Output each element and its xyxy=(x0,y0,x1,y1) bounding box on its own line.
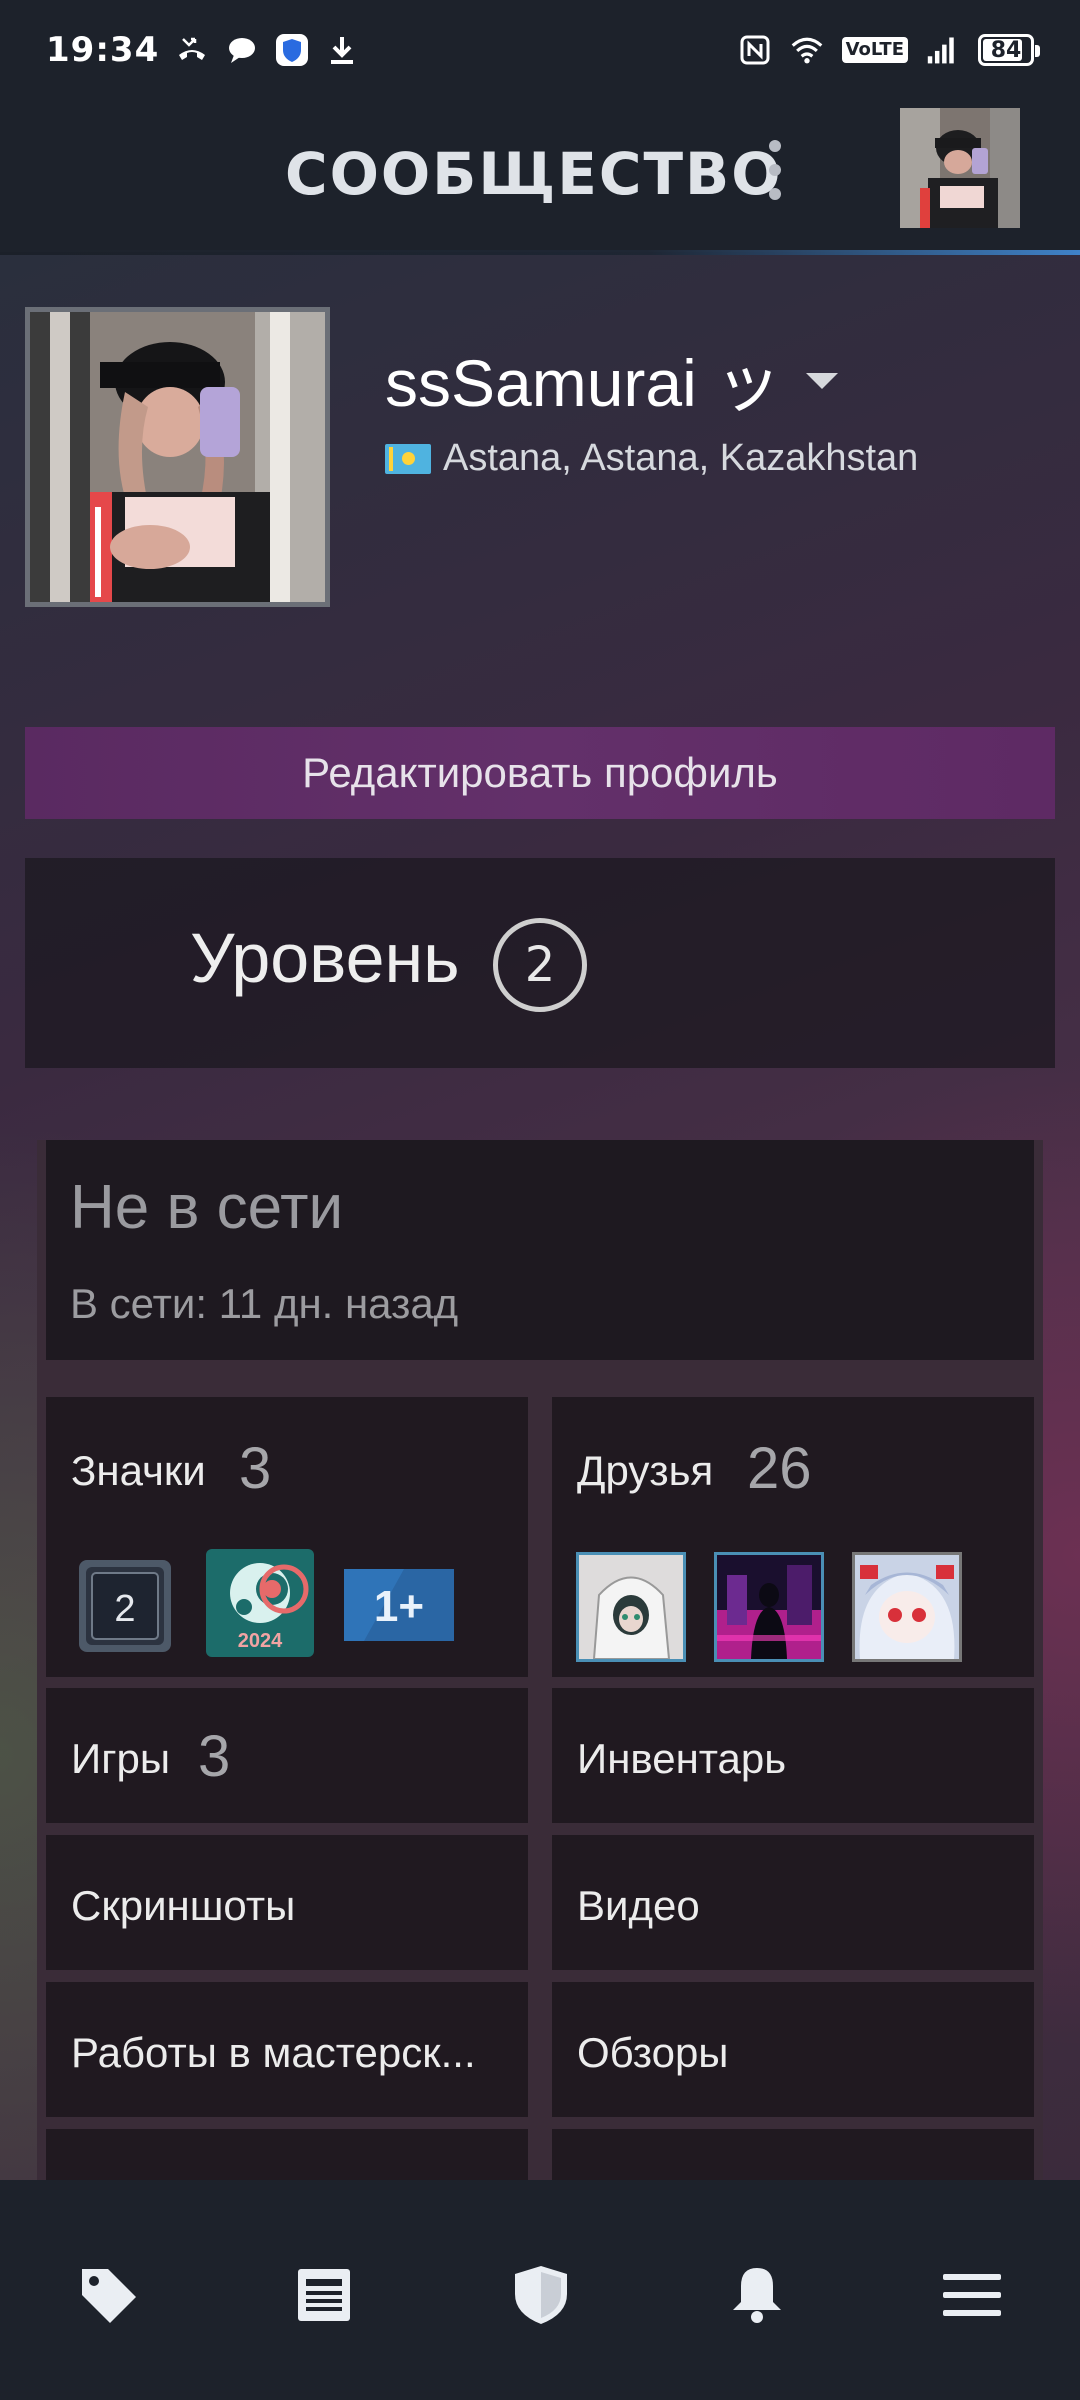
chevron-down-icon[interactable] xyxy=(806,373,838,389)
inventory-label: Инвентарь xyxy=(577,1735,787,1782)
store-tag-icon xyxy=(82,2269,136,2323)
level-label: Уровень xyxy=(190,919,460,997)
menu-icon xyxy=(943,2274,1001,2316)
location-text: Astana, Astana, Kazakhstan xyxy=(443,437,919,479)
friend-avatar[interactable] xyxy=(576,1552,686,1662)
nfc-icon xyxy=(738,33,772,67)
header-avatar-button[interactable] xyxy=(900,108,1020,228)
next-row-tile[interactable] xyxy=(552,2129,1034,2180)
dot-icon xyxy=(769,164,781,176)
missed-call-icon xyxy=(175,33,209,67)
years-of-service-badge-icon[interactable]: 1+ xyxy=(344,1569,454,1641)
online-status-panel: Не в сети В сети: 11 дн. назад xyxy=(46,1140,1034,1360)
battery-percent: 84 xyxy=(990,37,1022,63)
profile-avatar[interactable] xyxy=(25,307,330,607)
status-time: 19:34 xyxy=(46,30,160,70)
friends-tile[interactable]: Друзья 26 xyxy=(552,1397,1034,1677)
kazakhstan-flag-icon xyxy=(385,443,431,474)
security-shield-icon xyxy=(275,33,309,67)
nav-menu-button[interactable] xyxy=(937,2260,1007,2330)
screenshots-tile[interactable]: Скриншоты xyxy=(46,1835,528,1970)
videos-label: Видео xyxy=(577,1882,700,1929)
battery-indicator: 84 xyxy=(978,34,1040,66)
inventory-tile[interactable]: Инвентарь xyxy=(552,1688,1034,1823)
chat-bubble-icon xyxy=(225,33,259,67)
friends-count: 26 xyxy=(747,1436,812,1501)
page-title: СООБЩЕСТВО xyxy=(285,140,783,208)
level-badge-icon[interactable]: 2 xyxy=(76,1557,174,1655)
nav-notifications-button[interactable] xyxy=(722,2260,792,2330)
year-badge-text: 2024 xyxy=(238,1630,283,1652)
dot-icon xyxy=(769,188,781,200)
nav-guard-button[interactable] xyxy=(506,2260,576,2330)
location: Astana, Astana, Kazakhstan xyxy=(385,437,918,480)
last-online: В сети: 11 дн. назад xyxy=(70,1280,459,1327)
steam-2024-badge-icon[interactable]: 2024 xyxy=(206,1549,314,1657)
games-tile[interactable]: Игры 3 xyxy=(46,1688,528,1823)
bottom-nav xyxy=(0,2180,1080,2400)
dot-icon xyxy=(769,140,781,152)
reviews-label: Обзоры xyxy=(577,2029,729,2076)
profile-background: ssSamurai ッ Astana, Astana, Kazakhstan Р… xyxy=(0,255,1080,2180)
persona-name: ssSamurai ッ xyxy=(385,346,782,420)
friends-label: Друзья xyxy=(577,1447,714,1494)
shield-icon xyxy=(515,2266,567,2324)
app-header: СООБЩЕСТВО xyxy=(0,100,1080,252)
signal-icon xyxy=(926,33,960,67)
level-badge-number: 2 xyxy=(114,1588,135,1630)
badges-label: Значки xyxy=(71,1447,206,1494)
workshop-label: Работы в мастерск... xyxy=(71,2029,476,2076)
games-label: Игры xyxy=(71,1735,171,1782)
videos-tile[interactable]: Видео xyxy=(552,1835,1034,1970)
friend-avatar[interactable] xyxy=(852,1552,962,1662)
games-count: 3 xyxy=(198,1724,231,1789)
online-state: Не в сети xyxy=(70,1173,344,1242)
level-panel[interactable]: Уровень 2 xyxy=(25,858,1055,1068)
bell-icon xyxy=(733,2268,781,2323)
avatar-image xyxy=(900,108,1020,228)
nav-news-button[interactable] xyxy=(289,2260,359,2330)
level-badge: 2 xyxy=(493,918,587,1012)
reviews-tile[interactable]: Обзоры xyxy=(552,1982,1034,2117)
avatar-image xyxy=(30,312,325,602)
badges-count: 3 xyxy=(239,1436,272,1501)
years-badge-text: 1+ xyxy=(374,1582,424,1631)
next-row-tile[interactable] xyxy=(46,2129,528,2180)
download-icon xyxy=(325,33,359,67)
badges-tile[interactable]: Значки 3 2 2024 1+ xyxy=(46,1397,528,1677)
status-right: VoLTE 84 xyxy=(738,33,1040,67)
profile-content: Не в сети В сети: 11 дн. назад Значки 3 … xyxy=(37,1140,1043,2180)
screenshots-label: Скриншоты xyxy=(71,1882,296,1929)
status-left: 19:34 xyxy=(46,30,359,70)
nav-store-button[interactable] xyxy=(73,2260,143,2330)
edit-profile-button[interactable]: Редактировать профиль xyxy=(25,727,1055,819)
news-icon xyxy=(298,2269,350,2321)
workshop-tile[interactable]: Работы в мастерск... xyxy=(46,1982,528,2117)
status-bar: 19:34 VoLTE 84 xyxy=(0,0,1080,100)
overflow-menu-button[interactable] xyxy=(760,140,790,200)
volte-badge: VoLTE xyxy=(841,37,908,63)
wifi-icon xyxy=(790,33,824,67)
friend-avatar[interactable] xyxy=(714,1552,824,1662)
